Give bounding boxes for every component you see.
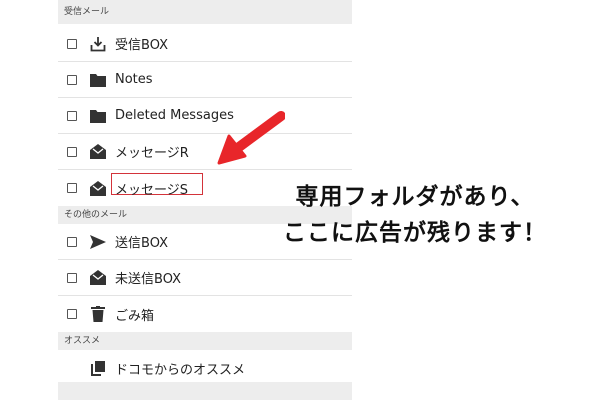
folder-icon	[89, 71, 106, 88]
open-envelope-icon	[89, 143, 106, 160]
folder-icon	[89, 107, 106, 124]
open-envelope-icon	[89, 269, 106, 286]
folder-label: 受信BOX	[115, 38, 168, 53]
folder-label: ドコモからのオススメ	[115, 362, 246, 378]
folder-checkbox[interactable]	[67, 146, 77, 157]
bottom-section-strip	[58, 382, 352, 400]
section-header-recommend: オススメ	[58, 332, 352, 350]
send-icon	[89, 233, 106, 250]
folder-checkbox[interactable]	[67, 272, 77, 283]
folder-checkbox[interactable]	[67, 110, 77, 121]
red-arrow-icon	[217, 111, 285, 165]
annotation-text-line2: ここに広告が残ります！	[283, 220, 547, 246]
annotation-text-line1: 専用フォルダがあり、	[295, 184, 535, 210]
folder-checkbox[interactable]	[67, 74, 77, 85]
folder-row-trash[interactable]: ごみ箱	[58, 296, 352, 332]
folder-label: メッセージR	[115, 146, 189, 161]
folder-label: ごみ箱	[115, 308, 155, 324]
folder-row-unsent-box[interactable]: 未送信BOX	[58, 260, 352, 296]
folder-label: 未送信BOX	[115, 272, 181, 287]
folder-row-inbox[interactable]: 受信BOX	[58, 26, 352, 62]
trash-icon	[89, 306, 106, 323]
folder-label: 送信BOX	[115, 236, 168, 251]
folder-checkbox[interactable]	[67, 38, 77, 49]
folder-row-docomo-recommend[interactable]: ドコモからのオススメ	[58, 350, 352, 386]
folder-label: Notes	[115, 72, 153, 87]
folder-row-notes[interactable]: Notes	[58, 62, 352, 98]
folder-checkbox[interactable]	[67, 236, 77, 247]
inbox-download-icon	[89, 35, 106, 52]
folder-label: メッセージS	[115, 182, 188, 198]
folder-checkbox[interactable]	[67, 183, 77, 193]
folder-checkbox[interactable]	[67, 309, 77, 319]
open-envelope-icon	[89, 180, 106, 197]
copy-icon	[89, 360, 106, 377]
section-header-received: 受信メール	[58, 0, 352, 24]
